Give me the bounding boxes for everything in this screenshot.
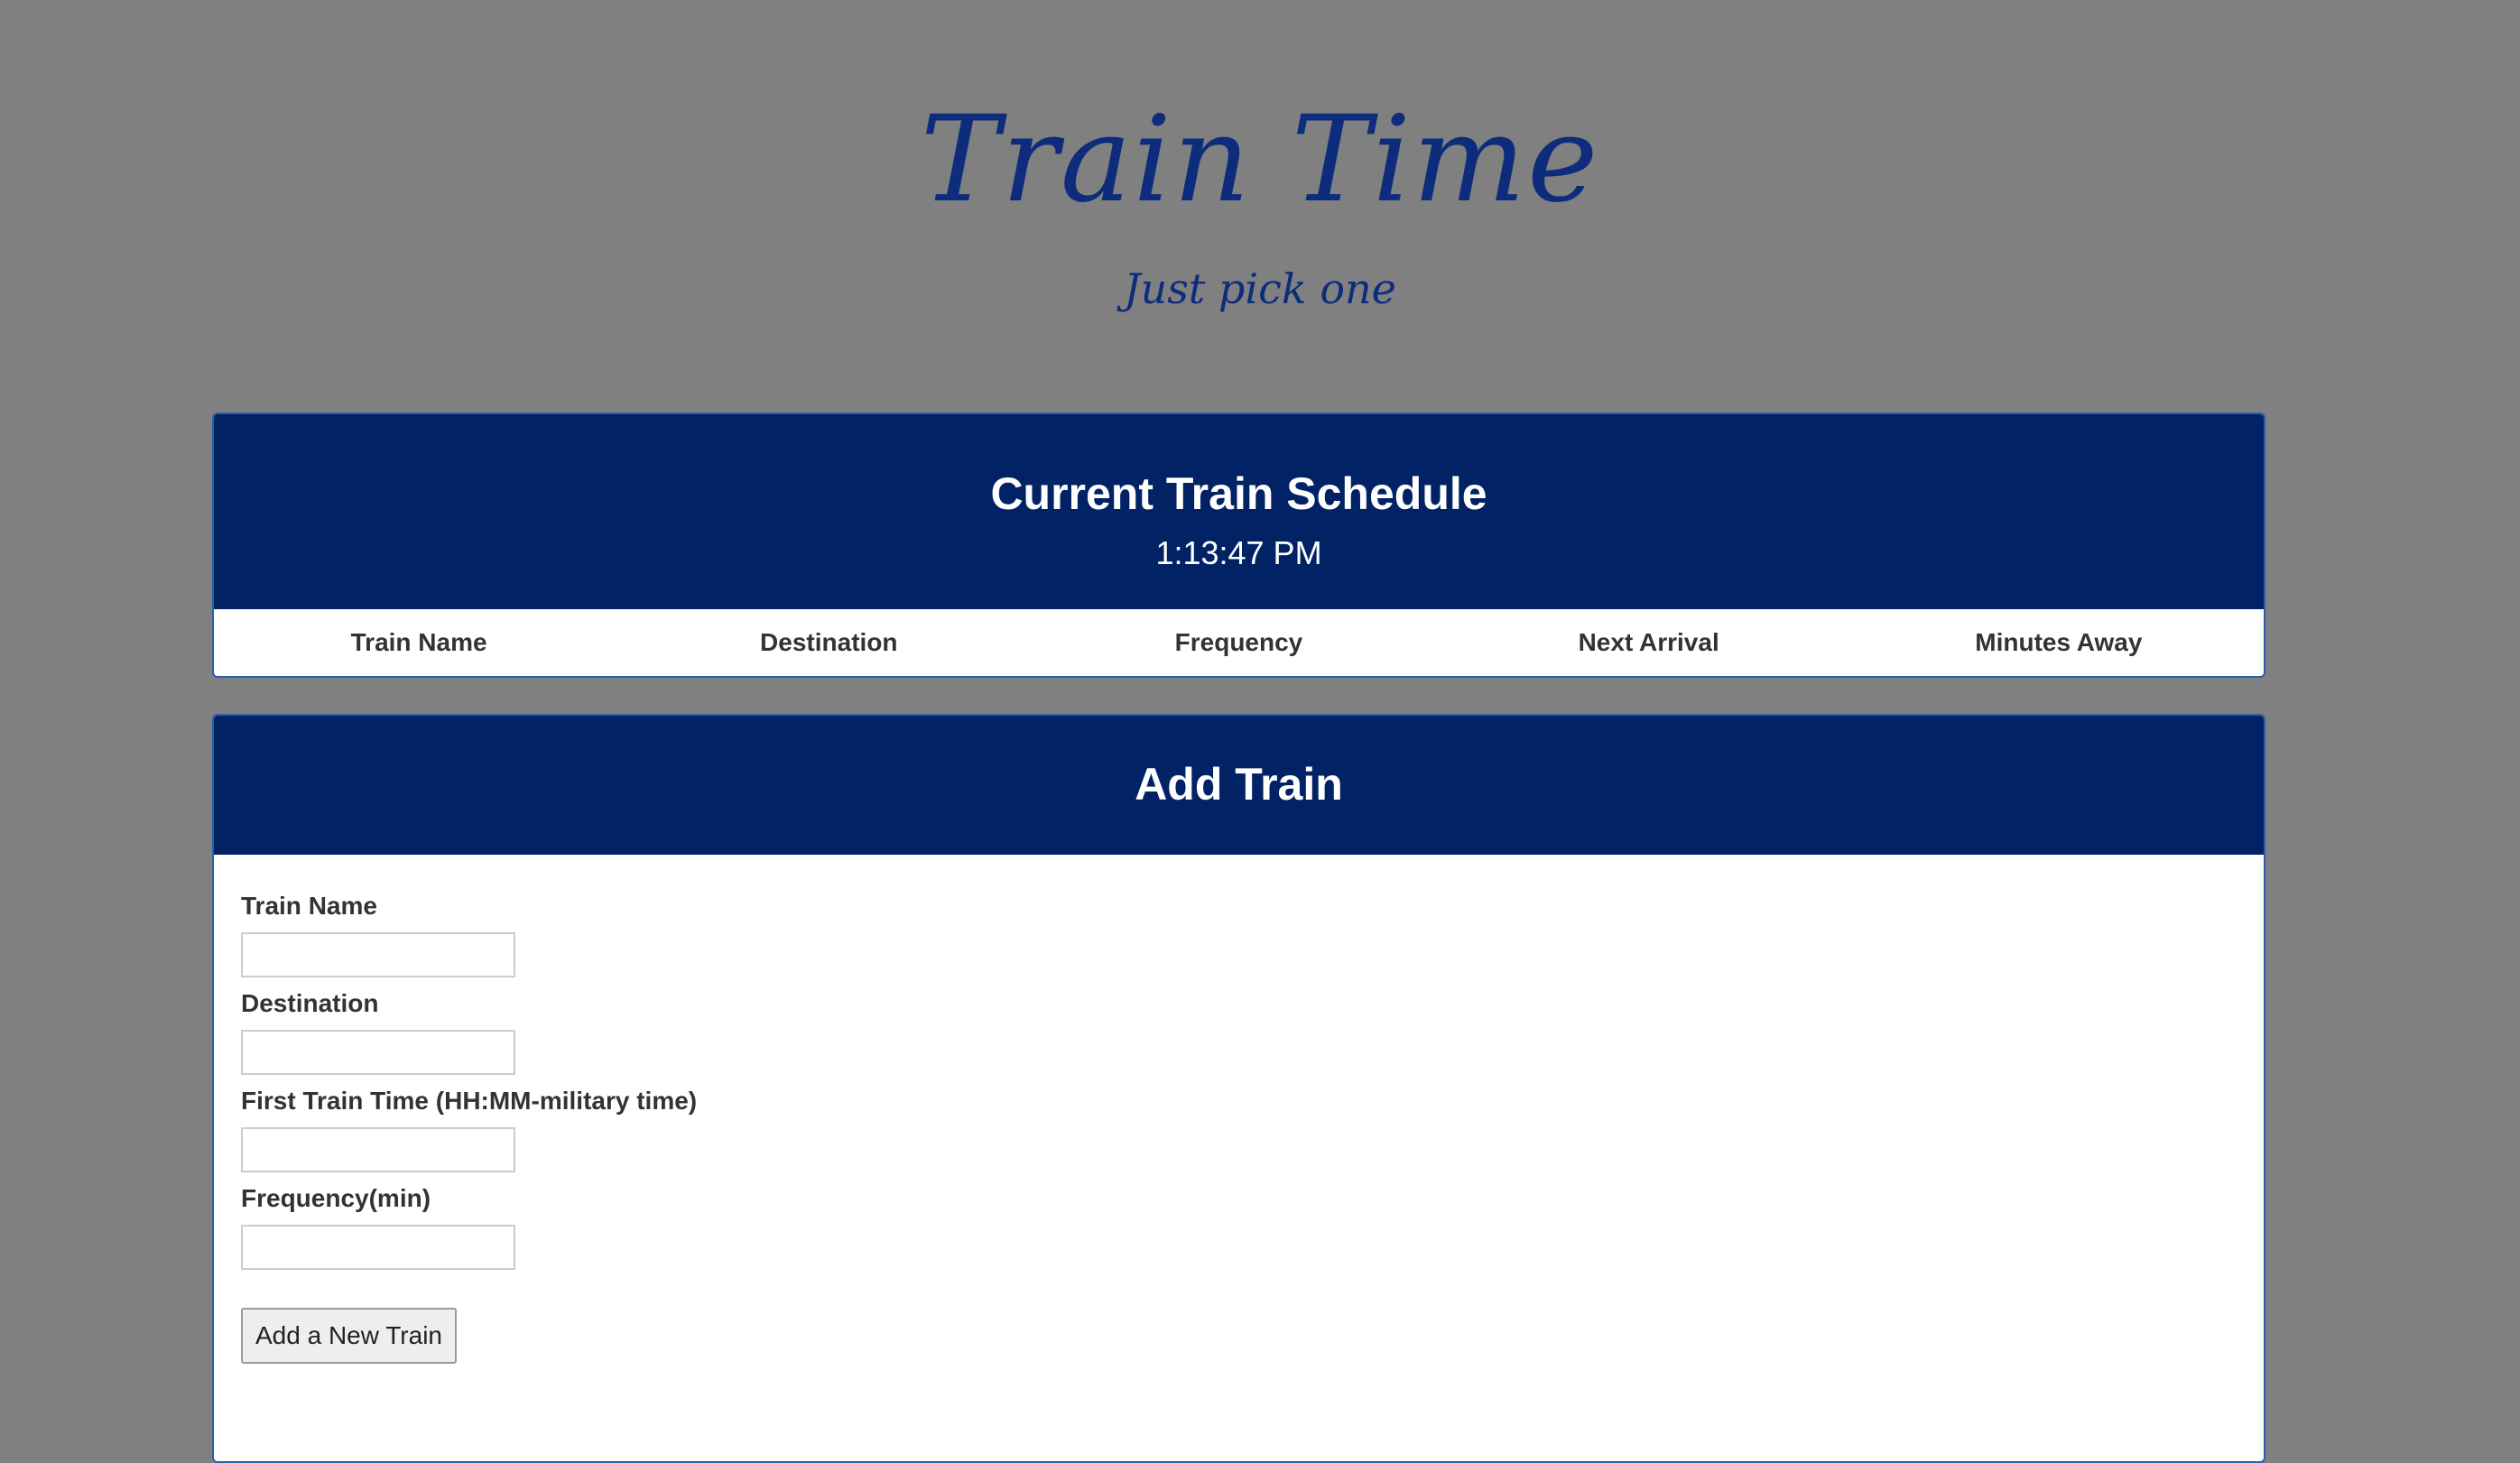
site-title: Train Time <box>920 90 1600 229</box>
form-group-destination: Destination <box>241 988 2237 1075</box>
add-train-form: Train Name Destination First Train Time … <box>214 855 2264 1400</box>
column-header-next-arrival: Next Arrival <box>1443 609 1854 676</box>
add-train-panel: Add Train Train Name Destination First T… <box>212 714 2265 1463</box>
add-train-panel-heading: Add Train <box>214 716 2264 855</box>
schedule-title: Current Train Schedule <box>990 468 1487 519</box>
form-group-train-name: Train Name <box>241 891 2237 977</box>
add-new-train-button[interactable]: Add a New Train <box>241 1308 457 1364</box>
frequency-label: Frequency(min) <box>241 1184 431 1212</box>
first-train-time-label: First Train Time (HH:MM-military time) <box>241 1087 698 1115</box>
column-header-minutes-away: Minutes Away <box>1853 609 2264 676</box>
current-time-display: 1:13:47 PM <box>1155 534 1322 571</box>
table-header-row: Train Name Destination Frequency Next Ar… <box>214 609 2264 676</box>
column-header-destination: Destination <box>624 609 1034 676</box>
frequency-input[interactable] <box>241 1225 515 1270</box>
form-group-first-train-time: First Train Time (HH:MM-military time) <box>241 1086 2237 1172</box>
train-name-label: Train Name <box>241 892 377 920</box>
destination-input[interactable] <box>241 1030 515 1075</box>
column-header-train-name: Train Name <box>214 609 625 676</box>
jumbotron: Train Time Just pick one <box>0 0 2520 397</box>
train-schedule-table: Train Name Destination Frequency Next Ar… <box>214 609 2264 676</box>
site-subtitle: Just pick one <box>1124 264 1396 313</box>
train-name-input[interactable] <box>241 932 515 977</box>
form-group-frequency: Frequency(min) <box>241 1183 2237 1270</box>
column-header-frequency: Frequency <box>1033 609 1444 676</box>
destination-label: Destination <box>241 989 379 1017</box>
first-train-time-input[interactable] <box>241 1127 515 1172</box>
schedule-panel: Current Train Schedule 1:13:47 PM Train … <box>212 412 2265 678</box>
schedule-panel-heading: Current Train Schedule 1:13:47 PM <box>214 414 2264 609</box>
add-train-title: Add Train <box>1135 759 1343 810</box>
